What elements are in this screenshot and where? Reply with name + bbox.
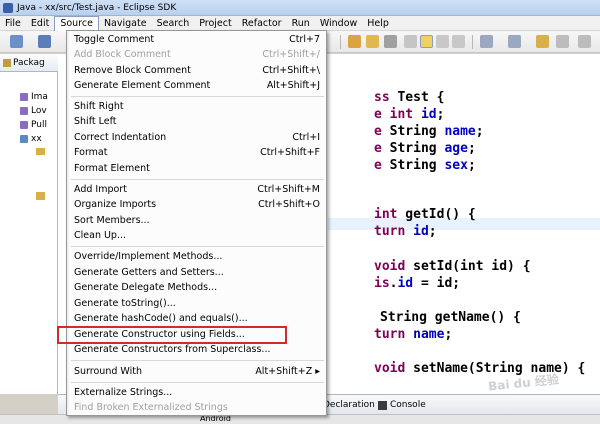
menu-search[interactable]: Search <box>152 16 195 31</box>
menu-file[interactable]: File <box>0 16 26 31</box>
menu-separator <box>71 96 324 97</box>
project-icon <box>20 106 28 115</box>
menu-item-format[interactable]: Format Ctrl+Shift+F <box>74 145 324 160</box>
tree-item-label: Lov <box>31 105 47 116</box>
menu-item-correct-indentation[interactable]: Correct Indentation Ctrl+I <box>74 130 324 145</box>
menu-source[interactable]: Source <box>54 15 99 31</box>
menu-run[interactable]: Run <box>287 16 315 31</box>
toggle-mark-icon[interactable] <box>404 35 417 48</box>
package-explorer-tab-label: Packag <box>13 57 45 68</box>
menu-item-format-element[interactable]: Format Element <box>74 161 324 176</box>
code-line: turn name; <box>374 327 453 342</box>
menu-help[interactable]: Help <box>362 16 394 31</box>
toolbar-separator <box>472 35 473 49</box>
tab-declaration-label: Declaration <box>323 400 375 410</box>
menu-item-override-implement-methods[interactable]: Override/Implement Methods... <box>74 249 324 264</box>
code-line: is.id = id; <box>374 276 461 291</box>
menu-refactor[interactable]: Refactor <box>237 16 287 31</box>
menu-item-generate-getters-setters[interactable]: Generate Getters and Setters... <box>74 265 324 280</box>
eclipse-app-icon <box>3 2 13 13</box>
menu-item-shift-left[interactable]: Shift Left <box>74 114 324 129</box>
menu-item-generate-delegate-methods[interactable]: Generate Delegate Methods... <box>74 280 324 295</box>
toolbar-separator <box>340 35 341 49</box>
menu-separator <box>71 382 324 383</box>
menu-item-find-broken-externalized-strings[interactable]: Find Broken Externalized Strings <box>74 400 324 415</box>
code-line: int getId() { <box>374 207 476 222</box>
save-icon[interactable] <box>38 35 51 48</box>
menu-separator <box>71 360 324 361</box>
block-select-icon[interactable] <box>436 35 449 48</box>
menu-item-generate-constructor-using-fields[interactable]: Generate Constructor using Fields... <box>74 327 324 342</box>
new-icon[interactable] <box>10 35 23 48</box>
library-icon[interactable] <box>36 192 45 200</box>
menu-item-surround-with[interactable]: Surround With Alt+Shift+Z ▸ <box>74 364 324 379</box>
next-annotation-icon[interactable] <box>480 35 493 48</box>
menu-separator <box>71 246 324 247</box>
menu-item-toggle-comment[interactable]: Toggle Comment Ctrl+7 <box>74 32 324 47</box>
title-bar: Java - xx/src/Test.java - Eclipse SDK <box>0 0 600 16</box>
tab-console[interactable]: Console <box>378 398 426 412</box>
previous-annotation-icon[interactable] <box>508 35 521 48</box>
menu-window[interactable]: Window <box>315 16 362 31</box>
menu-item-add-import[interactable]: Add Import Ctrl+Shift+M <box>74 182 324 197</box>
code-line: turn id; <box>374 224 437 239</box>
menu-edit[interactable]: Edit <box>26 16 54 31</box>
project-icon <box>20 92 28 101</box>
java-project-icon <box>20 134 28 143</box>
menu-item-generate-tostring[interactable]: Generate toString()... <box>74 296 324 311</box>
tree-item-label: Pull <box>31 119 47 130</box>
menu-item-remove-block-comment[interactable]: Remove Block Comment Ctrl+Shift+\ <box>74 63 324 78</box>
package-explorer: Packag Ima Lov Pull xx <box>0 54 58 394</box>
tree-item-label: Ima <box>31 91 48 102</box>
show-whitespace-icon[interactable] <box>452 35 465 48</box>
code-line: e String age; <box>374 141 476 156</box>
menu-gutter <box>67 31 69 415</box>
menu-item-generate-element-comment[interactable]: Generate Element Comment Alt+Shift+J <box>74 78 324 93</box>
package-icon <box>3 58 11 67</box>
tree-item[interactable]: Ima <box>20 90 58 103</box>
folder-icon[interactable] <box>36 148 45 155</box>
code-line: void setId(int id) { <box>374 259 531 274</box>
code-line: e String name; <box>374 124 484 139</box>
highlight-occurrences-icon[interactable] <box>420 35 433 48</box>
menu-bar: File Edit Source Navigate Search Project… <box>0 15 600 31</box>
tree-item[interactable]: Pull <box>20 118 58 131</box>
forward-icon[interactable] <box>556 35 569 48</box>
menu-navigate[interactable]: Navigate <box>99 16 152 31</box>
menu-item-generate-hashcode-equals[interactable]: Generate hashCode() and equals()... <box>74 311 324 326</box>
menu-item-add-block-comment[interactable]: Add Block Comment Ctrl+Shift+/ <box>74 47 324 62</box>
package-explorer-tab[interactable]: Packag <box>0 54 58 72</box>
code-line: e String sex; <box>374 158 476 173</box>
code-line: e int id; <box>374 107 445 122</box>
chevron-down-icon[interactable] <box>578 35 591 48</box>
code-line: String getName() { <box>380 310 521 325</box>
menu-separator <box>71 179 324 180</box>
code-line: ss Test { <box>374 90 445 105</box>
open-type-icon[interactable] <box>348 35 361 48</box>
menu-item-externalize-strings[interactable]: Externalize Strings... <box>74 385 324 400</box>
source-menu-dropdown: Toggle Comment Ctrl+7 Add Block Comment Ct… <box>66 30 327 416</box>
menu-item-clean-up[interactable]: Clean Up... <box>74 228 324 243</box>
tree-item[interactable]: Lov <box>20 104 58 117</box>
menu-project[interactable]: Project <box>194 16 237 31</box>
tree-item-label: xx <box>31 133 42 144</box>
menu-item-organize-imports[interactable]: Organize Imports Ctrl+Shift+O <box>74 197 324 212</box>
search-icon[interactable] <box>366 35 379 48</box>
menu-item-shift-right[interactable]: Shift Right <box>74 99 324 114</box>
tab-declaration[interactable]: Declaration <box>323 398 375 412</box>
dropdown-arrow-icon[interactable] <box>384 35 397 48</box>
project-icon <box>20 120 28 129</box>
back-icon[interactable] <box>536 35 549 48</box>
tab-console-label: Console <box>390 400 426 410</box>
tree-item[interactable]: xx <box>20 132 58 145</box>
window-title: Java - xx/src/Test.java - Eclipse SDK <box>17 2 177 13</box>
menu-item-sort-members[interactable]: Sort Members... <box>74 213 324 228</box>
menu-item-generate-constructors-from-superclass[interactable]: Generate Constructors from Superclass... <box>74 342 324 357</box>
console-icon <box>378 400 387 410</box>
